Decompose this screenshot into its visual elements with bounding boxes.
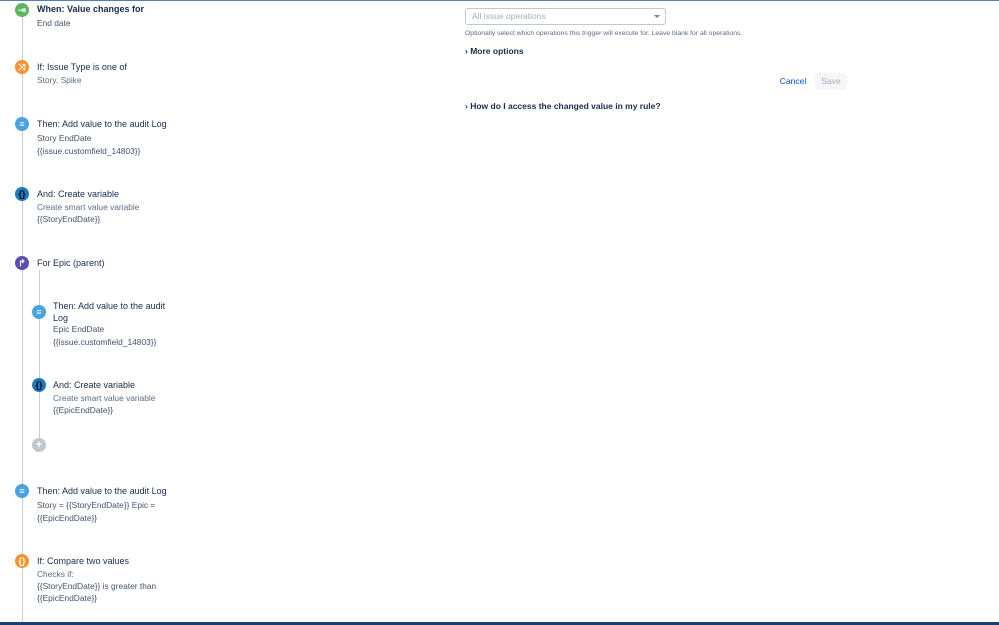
log-icon: ≡ xyxy=(15,117,29,131)
step-detail: Checks if: xyxy=(37,569,74,579)
more-options-toggle[interactable]: › More options xyxy=(465,45,524,57)
shuffle-icon: ⤨ xyxy=(15,60,29,74)
step-detail: {{EpicEndDate}} xyxy=(37,593,98,603)
operations-select[interactable]: All issue operations xyxy=(465,8,666,25)
chevron-down-icon xyxy=(654,15,660,18)
add-component-button[interactable]: + xyxy=(32,438,46,452)
faq-label: How do I access the changed value in my … xyxy=(470,101,661,111)
step-title: Then: Add value to the audit Log xyxy=(37,486,167,496)
step-detail: Story = {{StoryEndDate}} Epic = xyxy=(37,500,156,510)
cancel-button[interactable]: Cancel xyxy=(776,73,810,90)
step-title: If: Compare two values xyxy=(37,556,130,566)
braces-icon: {} xyxy=(15,187,29,201)
step-title: And: Create variable xyxy=(37,189,120,199)
operations-select-value: All issue operations xyxy=(472,11,546,21)
step-title: When: Value changes for xyxy=(37,4,145,14)
braces-icon: {} xyxy=(32,378,46,392)
branch-connector-line xyxy=(39,270,40,440)
operations-help-text: Optionally select which operations this … xyxy=(465,30,743,37)
step-detail: {{EpicEndDate}} xyxy=(37,513,98,523)
rule-connector-line xyxy=(22,14,23,622)
step-title: Then: Add value to the audit xyxy=(53,301,166,311)
step-title: Then: Add value to the audit Log xyxy=(37,119,167,129)
step-title: And: Create variable xyxy=(53,380,136,390)
step-detail: Story EndDate xyxy=(37,133,92,143)
step-detail: {{StoryEndDate}} xyxy=(37,214,101,224)
step-detail: Story, Spike xyxy=(37,75,82,85)
log-icon: ≡ xyxy=(15,484,29,498)
faq-toggle[interactable]: › How do I access the changed value in m… xyxy=(465,100,661,112)
top-border xyxy=(0,0,999,1)
more-options-label: More options xyxy=(470,46,524,56)
step-title: For Epic (parent) xyxy=(37,258,105,268)
save-button[interactable]: Save xyxy=(815,73,847,90)
step-detail: {{issue.customfield_14803}} xyxy=(53,337,157,347)
step-detail: {{EpicEndDate}} xyxy=(53,405,114,415)
step-title: If: Issue Type is one of xyxy=(37,62,127,72)
step-detail: End date xyxy=(37,18,71,28)
log-icon: ≡ xyxy=(32,305,46,319)
branch-icon: ↱ xyxy=(15,256,29,270)
step-detail: {{StoryEndDate}} is greater than xyxy=(37,581,157,591)
step-detail: Create smart value variable xyxy=(37,202,140,212)
step-detail: Epic EndDate xyxy=(53,324,105,334)
step-detail: {{issue.customfield_14803}} xyxy=(37,146,141,156)
trigger-icon: ⇥ xyxy=(15,3,29,17)
braces-icon: {} xyxy=(15,554,29,568)
step-detail: Create smart value variable xyxy=(53,393,156,403)
